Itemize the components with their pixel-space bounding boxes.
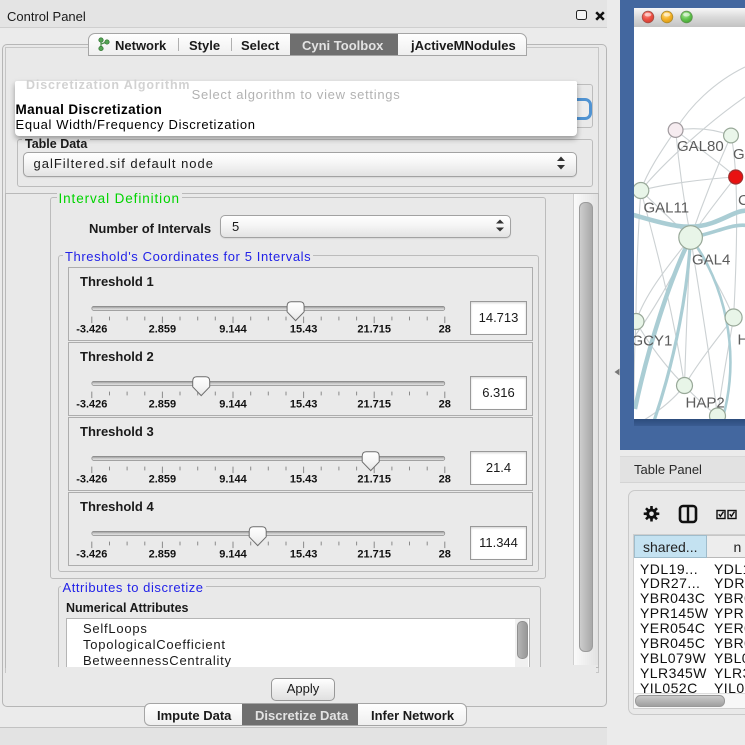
svg-text:9.144: 9.144 (219, 549, 247, 561)
svg-text:CR: CR (738, 192, 745, 209)
svg-text:21.715: 21.715 (357, 399, 391, 411)
svg-text:-3.426: -3.426 (76, 324, 107, 336)
svg-text:GCY1: GCY1 (634, 332, 672, 349)
svg-text:15.43: 15.43 (290, 474, 318, 486)
svg-text:-3.426: -3.426 (76, 399, 107, 411)
svg-text:9.144: 9.144 (219, 324, 247, 336)
svg-text:28: 28 (439, 399, 451, 411)
svg-text:2.859: 2.859 (149, 474, 177, 486)
svg-text:28: 28 (439, 549, 451, 561)
svg-text:-3.426: -3.426 (76, 549, 107, 561)
svg-text:15.43: 15.43 (290, 399, 318, 411)
svg-text:GA: GA (733, 146, 745, 163)
svg-text:21.715: 21.715 (357, 324, 391, 336)
svg-text:H: H (738, 331, 745, 348)
svg-text:28: 28 (439, 324, 451, 336)
svg-text:GAL4: GAL4 (692, 251, 730, 268)
svg-text:2.859: 2.859 (149, 324, 177, 336)
svg-text:HAP2: HAP2 (686, 394, 725, 411)
svg-text:15.43: 15.43 (290, 324, 318, 336)
svg-text:21.715: 21.715 (357, 549, 391, 561)
svg-text:2.859: 2.859 (149, 399, 177, 411)
svg-text:GAL11: GAL11 (644, 199, 690, 216)
svg-text:2.859: 2.859 (149, 549, 177, 561)
svg-text:15.43: 15.43 (290, 549, 318, 561)
svg-text:GAL80: GAL80 (677, 138, 724, 155)
svg-text:-3.426: -3.426 (76, 474, 107, 486)
svg-text:21.715: 21.715 (357, 474, 391, 486)
svg-text:9.144: 9.144 (219, 474, 247, 486)
svg-text:28: 28 (439, 474, 451, 486)
svg-text:9.144: 9.144 (219, 399, 247, 411)
